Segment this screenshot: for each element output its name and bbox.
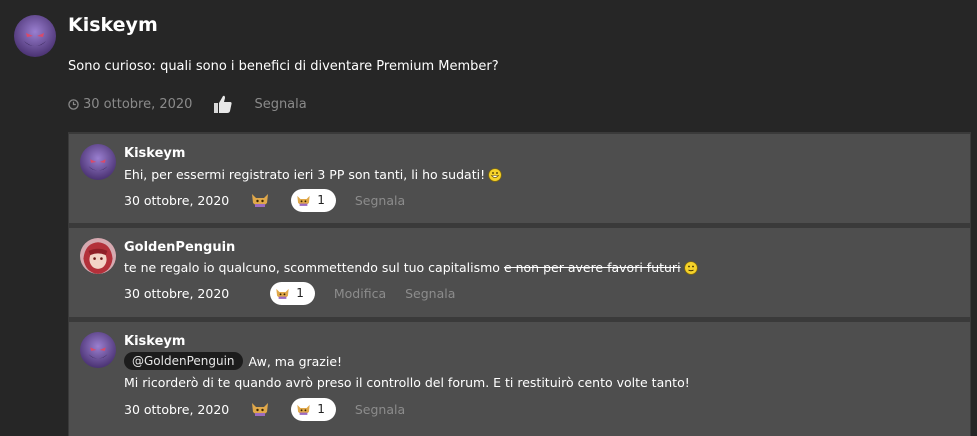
- reply-author[interactable]: GoldenPenguin: [124, 240, 235, 255]
- reply-meta: 30 ottobre, 2020 1 Segnala: [124, 397, 405, 421]
- mention-tag[interactable]: @GoldenPenguin: [124, 352, 243, 370]
- cat-reaction-icon: [297, 195, 310, 206]
- reaction-pill[interactable]: 1: [291, 188, 336, 212]
- reply-text: Aw, ma grazie!: [248, 353, 343, 369]
- cat-reaction-icon[interactable]: [249, 398, 271, 420]
- post-text: Sono curioso: quali sono i benefici di d…: [68, 59, 499, 74]
- grinning-sweat-emoji-icon: [488, 167, 502, 182]
- reaction-pill[interactable]: 1: [291, 397, 336, 421]
- avatar[interactable]: [80, 144, 116, 180]
- report-link[interactable]: Segnala: [405, 286, 455, 301]
- cat-reaction-icon: [276, 288, 289, 299]
- post-author[interactable]: Kiskeym: [68, 14, 158, 36]
- reaction-pill[interactable]: 1: [270, 281, 315, 305]
- reaction-count: 1: [317, 402, 325, 416]
- reply-date: 30 ottobre, 2020: [124, 192, 230, 208]
- reaction-count: 1: [317, 193, 325, 207]
- reply-text: Mi ricorderò di te quando avrò preso il …: [124, 375, 690, 390]
- strikethrough-text: e non per avere favori futuri: [503, 260, 681, 275]
- reply-text-line: Ehi, per essermi registrato ieri 3 PP so…: [124, 167, 502, 182]
- report-link[interactable]: Segnala: [355, 193, 405, 208]
- reply-meta: 30 ottobre, 2020 1 Segnala: [124, 188, 405, 212]
- avatar[interactable]: [14, 15, 56, 57]
- reply-text: Ehi, per essermi registrato ieri 3 PP so…: [124, 167, 486, 182]
- neutral-smile-emoji-icon: [683, 260, 698, 275]
- post-meta: 30 ottobre, 2020 Segnala: [68, 93, 307, 115]
- reply-item: GoldenPenguin te ne regalo io qualcuno, …: [69, 228, 970, 317]
- report-link[interactable]: Segnala: [355, 402, 405, 417]
- cat-reaction-icon: [297, 404, 310, 415]
- like-thumb-icon[interactable]: [212, 93, 234, 115]
- reply-date: 30 ottobre, 2020: [124, 401, 230, 417]
- edit-link[interactable]: Modifica: [334, 286, 386, 301]
- reply-meta: 30 ottobre, 2020 1 Modifica Segnala: [124, 281, 455, 305]
- avatar[interactable]: [80, 332, 116, 368]
- post-date: 30 ottobre, 2020: [83, 96, 193, 112]
- reply-item: Kiskeym Ehi, per essermi registrato ieri…: [69, 134, 970, 223]
- reply-author[interactable]: Kiskeym: [124, 334, 185, 349]
- report-link[interactable]: Segnala: [254, 97, 306, 112]
- reply-text-line: te ne regalo io qualcuno, scommettendo s…: [124, 260, 698, 275]
- reply-text: te ne regalo io qualcuno, scommettendo s…: [124, 260, 500, 275]
- reply-author[interactable]: Kiskeym: [124, 146, 185, 161]
- reaction-count: 1: [296, 286, 304, 300]
- reply-text-line: Mi ricorderò di te quando avrò preso il …: [124, 375, 690, 390]
- reply-item: Kiskeym @GoldenPenguin Aw, ma grazie! Mi…: [69, 322, 970, 436]
- avatar[interactable]: [80, 238, 116, 274]
- replies-section: Kiskeym Ehi, per essermi registrato ieri…: [68, 132, 971, 436]
- cat-reaction-icon[interactable]: [249, 189, 271, 211]
- clock-icon: [68, 98, 79, 110]
- reply-date: 30 ottobre, 2020: [124, 285, 230, 301]
- reply-text-line: @GoldenPenguin Aw, ma grazie!: [124, 352, 342, 370]
